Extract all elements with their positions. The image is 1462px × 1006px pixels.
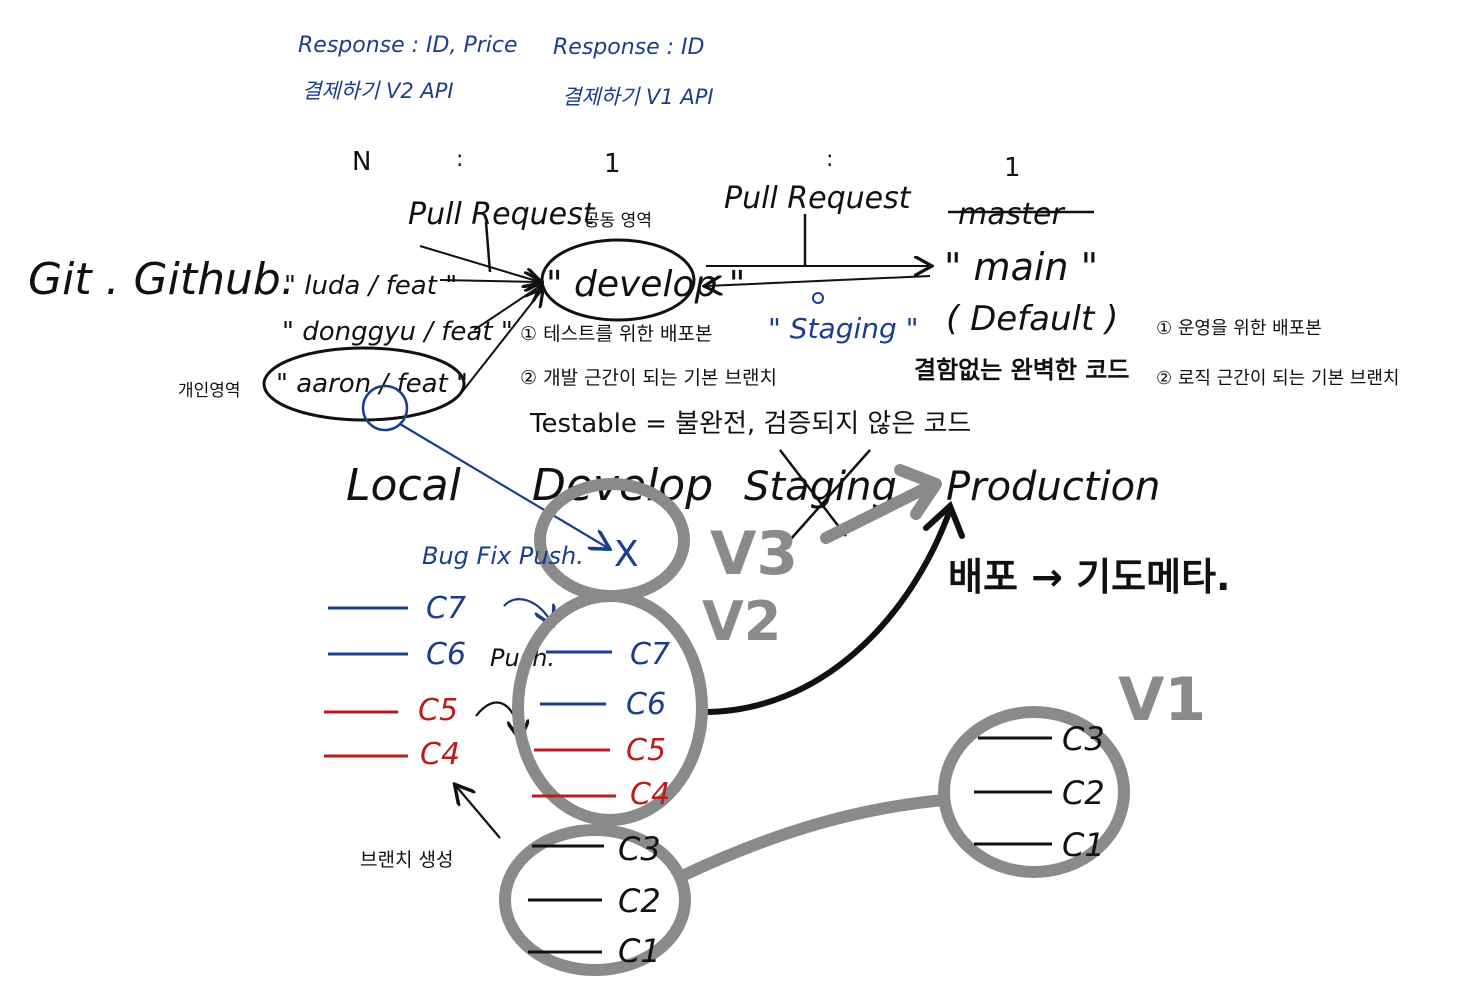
develop-branch: " develop " [546,264,745,305]
local-commit-c6: C6 [426,637,466,672]
develop-commit-c7: C7 [630,637,670,672]
base-commit-c2: C2 [618,882,661,920]
staging-dot [812,292,824,304]
base-commit-c1: C1 [618,932,661,970]
branch-aaron: " aaron / feat " [276,369,468,399]
v1-label: V1 [1118,665,1206,735]
deploy-wait-note: 배포 → 기도메타. [948,555,1231,599]
main-note-2: ② 로직 근간이 되는 기본 브랜치 [1156,368,1399,389]
x-mark: X [614,534,639,575]
v1-api-note: 결제하기 V1 API [562,85,714,109]
local-commit-c5: C5 [418,693,458,728]
base-commit-c3: C3 [618,830,661,868]
main-branch: " main " [944,245,1098,289]
prod-commit-c3: C3 [1062,720,1105,758]
v2-response-note: Response : ID, Price [298,33,518,58]
branch-donggyu: " donggyu / feat " [282,317,513,347]
stage-production: Production [946,464,1160,510]
v2-api-note: 결제하기 V2 API [302,79,454,103]
whiteboard-canvas: Response : ID, Price 결제하기 V2 API Respons… [0,0,1462,1006]
ratio-colon-2: : [826,147,833,172]
main-note-1: ① 운영을 위한 배포본 [1156,318,1322,339]
develop-commit-c6: C6 [626,687,666,722]
v2-label: V2 [702,590,781,653]
common-area-label: 공동 영역 [584,211,652,231]
ratio-one-1: 1 [604,149,621,179]
master-struck: master [958,197,1065,232]
ratio-one-2: 1 [1004,153,1021,183]
v2-circle [512,590,708,826]
v3-label: V3 [710,519,798,589]
local-commit-c7: C7 [426,591,466,626]
main-default: ( Default ) [946,299,1118,339]
local-commit-c4: C4 [420,737,460,772]
develop-commit-c4: C4 [630,777,670,812]
ratio-colon-1: : [456,147,463,172]
v1-response-note: Response : ID [553,35,704,60]
bugfix-label: Bug Fix Push. [422,542,584,570]
develop-commit-c5: C5 [626,733,666,768]
main-desc: 결함없는 완벽한 코드 [914,356,1129,384]
develop-note-1: ① 테스트를 위한 배포본 [520,323,712,345]
pull-request-left: Pull Request [408,197,596,232]
prod-commit-c2: C2 [1062,774,1105,812]
personal-area-label: 개인영역 [178,381,241,401]
git-flow-diagram: Response : ID, Price 결제하기 V2 API Respons… [28,33,1399,976]
develop-note-2: ② 개발 근간이 되는 기본 브랜치 [520,367,777,389]
testable-note: Testable = 불완전, 검증되지 않은 코드 [529,409,971,439]
ratio-n: N [352,147,371,177]
branch-create-label: 브랜치 생성 [360,849,453,871]
base-to-v1-connector [676,794,950,882]
git-github-title: Git . Github. [28,254,295,305]
branch-create-arrow [456,786,501,839]
stage-local: Local [346,460,462,511]
staging-branch: " Staging " [768,312,919,345]
branch-luda: " luda / feat " [284,271,457,301]
pull-request-right: Pull Request [724,181,912,216]
prod-commit-c1: C1 [1062,826,1105,864]
